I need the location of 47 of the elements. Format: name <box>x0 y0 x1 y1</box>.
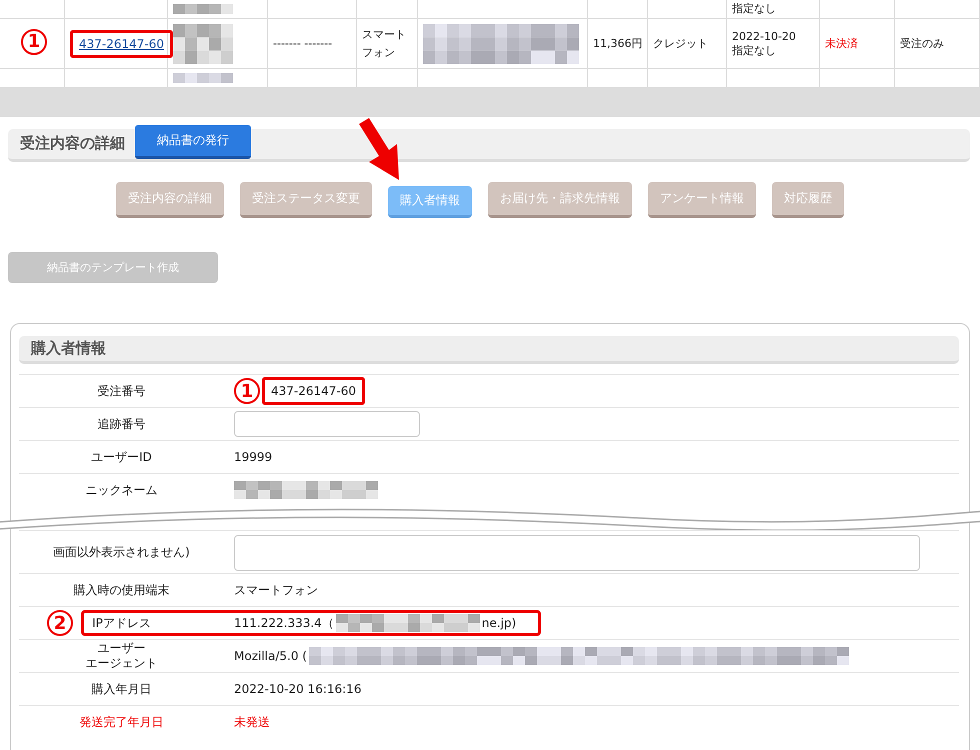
field-label: 発送完了年月日 <box>80 714 164 730</box>
field-value: 19999 <box>234 450 272 464</box>
field-label: ユーザー <box>98 641 146 656</box>
field-label: IPアドレス <box>92 616 151 630</box>
section-title: 受注内容の詳細 <box>20 134 125 154</box>
field-label: ニックネーム <box>86 482 158 498</box>
annotation-number: 2 <box>47 610 73 636</box>
date-note: 指定なし <box>732 1 776 16</box>
card-title: 購入者情報 <box>19 336 959 364</box>
field-label: 購入時の使用端末 <box>74 582 170 598</box>
field-label: 購入年月日 <box>92 682 152 696</box>
tab[interactable]: アンケート情報 <box>648 182 756 218</box>
tab[interactable]: 受注ステータス変更 <box>240 182 372 218</box>
field-value: ne.jp) <box>482 616 516 630</box>
text-area-field[interactable] <box>234 535 920 571</box>
tab[interactable]: 購入者情報 <box>388 186 472 218</box>
field-value: 2022-10-20 16:16:16 <box>234 682 362 696</box>
table-cell: 11,366円 <box>593 36 642 51</box>
input-field[interactable] <box>234 411 420 437</box>
tab[interactable]: お届け先・請求先情報 <box>488 182 632 218</box>
order-number-link[interactable]: 437-26147-60 <box>70 30 174 58</box>
annotation-number: 1 <box>21 28 47 55</box>
table-cell: 2022-10-20 <box>732 30 796 42</box>
table-cell: 受注のみ <box>900 36 944 51</box>
date-note: 指定なし <box>732 42 776 58</box>
table-cell-text: スマートフォン <box>362 26 407 60</box>
issue-invoice-button[interactable]: 納品書の発行 <box>135 125 251 159</box>
tab[interactable]: 受注内容の詳細 <box>116 182 224 218</box>
field-value: スマートフォン <box>234 582 318 598</box>
field-value: 437-26147-60 <box>271 384 356 398</box>
field-label: ユーザーID <box>91 450 152 464</box>
template-button[interactable]: 納品書のテンプレート作成 <box>8 252 218 283</box>
table-cell: ------- ------- <box>273 37 332 50</box>
field-label: エージェント <box>86 656 158 671</box>
field-value: 111.222.333.4（ <box>234 614 334 632</box>
mosaic-blur <box>173 4 233 14</box>
table-cell: 未決済 <box>825 36 858 51</box>
field-label: 追跡番号 <box>98 416 146 432</box>
annotation-number: 1 <box>234 378 260 404</box>
field-label: 画面以外表示されません) <box>53 544 190 560</box>
table-cell: クレジット <box>653 36 708 51</box>
field-value: 未発送 <box>234 714 270 730</box>
field-value: Mozilla/5.0 ( <box>234 649 307 663</box>
field-label: 受注番号 <box>98 384 146 398</box>
mosaic-blur <box>173 73 233 84</box>
tab[interactable]: 対応履歴 <box>772 182 844 218</box>
mosaic-blur <box>173 24 233 64</box>
